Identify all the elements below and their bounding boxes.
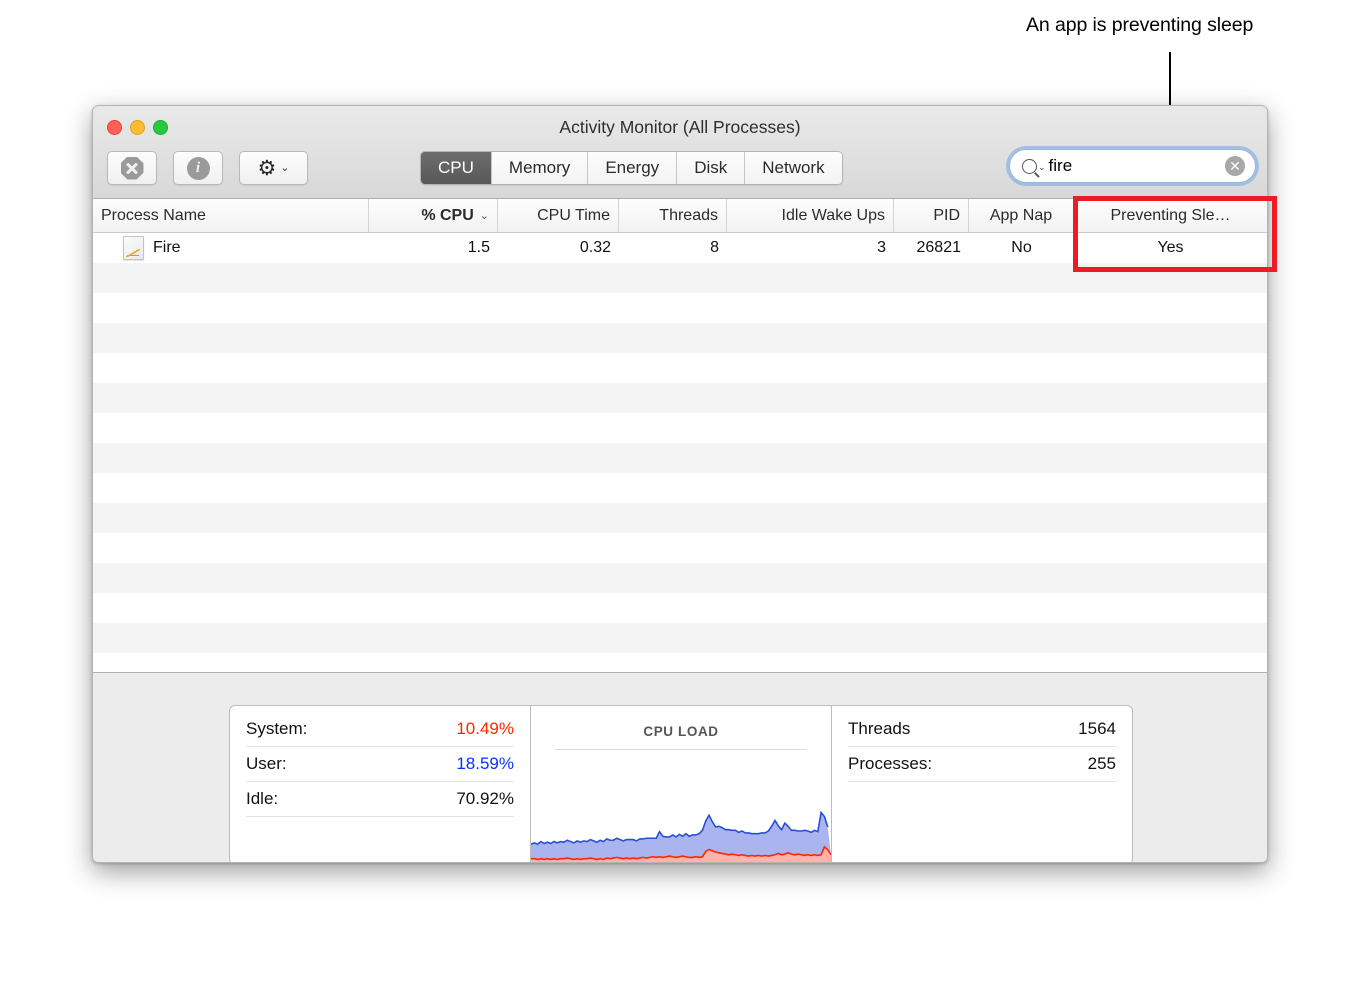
stat-row-system: System: 10.49%	[246, 712, 514, 747]
user-value: 18.59%	[456, 754, 514, 774]
view-tabs: CPU Memory Energy Disk Network	[420, 151, 843, 185]
column-header-cpu_time[interactable]: CPU Time	[498, 199, 619, 232]
tab-disk[interactable]: Disk	[677, 152, 745, 184]
table-row-empty	[93, 503, 1267, 533]
table-row-empty	[93, 293, 1267, 323]
sort-descending-icon: ⌄	[480, 209, 489, 222]
table-row-empty	[93, 473, 1267, 503]
table-header-row: Process Name % CPU ⌄ CPU Time Threads Idle Wa…	[93, 199, 1267, 233]
column-header-preventing_sleep[interactable]: Preventing Sle…	[1074, 199, 1267, 232]
column-header-label: Preventing Sle…	[1110, 207, 1230, 225]
column-header-label: PID	[933, 207, 960, 225]
column-header-label: % CPU	[421, 207, 473, 225]
table-row-empty	[93, 383, 1267, 413]
system-label: System:	[246, 719, 307, 739]
processes-value: 255	[1088, 754, 1116, 774]
threads-label: Threads	[848, 719, 910, 739]
system-value: 10.49%	[456, 719, 514, 739]
window-chrome: Activity Monitor (All Processes) i ⚙ ⌄ C…	[93, 106, 1267, 199]
stat-row-idle: Idle: 70.92%	[246, 782, 514, 817]
column-header-label: Threads	[659, 207, 718, 225]
user-label: User:	[246, 754, 287, 774]
table-row-empty	[93, 413, 1267, 443]
column-header-label: Idle Wake Ups	[782, 207, 885, 225]
search-field[interactable]: ⌄ fire ✕	[1009, 149, 1256, 183]
annotation-label: An app is preventing sleep	[1026, 14, 1253, 37]
cpu-load-graph-rule	[555, 749, 807, 750]
octagon-x-icon	[121, 157, 144, 180]
window-title: Activity Monitor (All Processes)	[93, 117, 1267, 138]
search-input[interactable]: fire	[1049, 156, 1225, 176]
cell-cpu_percent: 1.5	[369, 233, 498, 263]
table-row-empty	[93, 533, 1267, 563]
process-table: Process Name % CPU ⌄ CPU Time Threads Idle Wa…	[93, 199, 1267, 673]
system-counts-panel: Threads 1564 Processes: 255	[831, 705, 1133, 863]
search-icon	[1022, 159, 1037, 174]
cell-pid: 26821	[894, 233, 969, 263]
column-header-threads[interactable]: Threads	[619, 199, 727, 232]
processes-label: Processes:	[848, 754, 932, 774]
stats-panels: System: 10.49% User: 18.59% Idle: 70.92%…	[229, 705, 1133, 863]
inspect-process-button[interactable]: i	[173, 151, 223, 185]
cell-process_name: Fire	[93, 233, 369, 263]
column-header-process_name[interactable]: Process Name	[93, 199, 369, 232]
column-header-pid[interactable]: PID	[894, 199, 969, 232]
stat-row-user: User: 18.59%	[246, 747, 514, 782]
gear-icon: ⚙	[257, 158, 276, 179]
table-row-empty	[93, 263, 1267, 293]
table-row-empty	[93, 593, 1267, 623]
tab-network[interactable]: Network	[745, 152, 841, 184]
tab-memory[interactable]: Memory	[492, 152, 588, 184]
cpu-load-graph-title: CPU LOAD	[531, 724, 831, 739]
view-options-button[interactable]: ⚙ ⌄	[239, 151, 308, 185]
clear-search-icon[interactable]: ✕	[1225, 156, 1245, 176]
stat-row-threads: Threads 1564	[848, 712, 1116, 747]
idle-value: 70.92%	[456, 789, 514, 809]
cell-cpu_time: 0.32	[498, 233, 619, 263]
idle-label: Idle:	[246, 789, 278, 809]
quit-process-button[interactable]	[107, 151, 157, 185]
cpu-usage-panel: System: 10.49% User: 18.59% Idle: 70.92%	[229, 705, 531, 863]
search-menu-chevron-icon[interactable]: ⌄	[1038, 162, 1046, 173]
table-row-empty	[93, 353, 1267, 383]
table-row-empty	[93, 323, 1267, 353]
table-body: Fire 1.50.328326821NoYes	[93, 233, 1267, 653]
info-circle-icon: i	[187, 157, 210, 180]
table-row-empty	[93, 563, 1267, 593]
activity-monitor-window: Activity Monitor (All Processes) i ⚙ ⌄ C…	[92, 105, 1268, 863]
cell-app_nap: No	[969, 233, 1074, 263]
table-row-empty	[93, 623, 1267, 653]
column-header-cpu_percent[interactable]: % CPU ⌄	[369, 199, 498, 232]
toolbar: i ⚙ ⌄ CPU Memory Energy Disk Network ⌄ f…	[93, 146, 1267, 192]
table-row-empty	[93, 443, 1267, 473]
cpu-load-chart	[531, 798, 831, 863]
cpu-load-graph-panel: CPU LOAD	[531, 705, 831, 863]
column-header-label: Process Name	[101, 207, 206, 225]
document-chart-icon	[123, 236, 144, 260]
cell-preventing_sleep: Yes	[1074, 233, 1267, 263]
column-header-idle_wake_ups[interactable]: Idle Wake Ups	[727, 199, 894, 232]
threads-value: 1564	[1078, 719, 1116, 739]
column-header-label: CPU Time	[537, 207, 610, 225]
column-header-app_nap[interactable]: App Nap	[969, 199, 1074, 232]
cell-idle_wake_ups: 3	[727, 233, 894, 263]
table-row[interactable]: Fire 1.50.328326821NoYes	[93, 233, 1267, 263]
column-header-label: App Nap	[990, 207, 1052, 225]
cell-threads: 8	[619, 233, 727, 263]
stats-footer: System: 10.49% User: 18.59% Idle: 70.92%…	[93, 673, 1267, 863]
stat-row-processes: Processes: 255	[848, 747, 1116, 782]
chevron-down-icon: ⌄	[280, 163, 289, 174]
tab-cpu[interactable]: CPU	[421, 152, 492, 184]
process-name-label: Fire	[153, 239, 181, 257]
tab-energy[interactable]: Energy	[588, 152, 677, 184]
